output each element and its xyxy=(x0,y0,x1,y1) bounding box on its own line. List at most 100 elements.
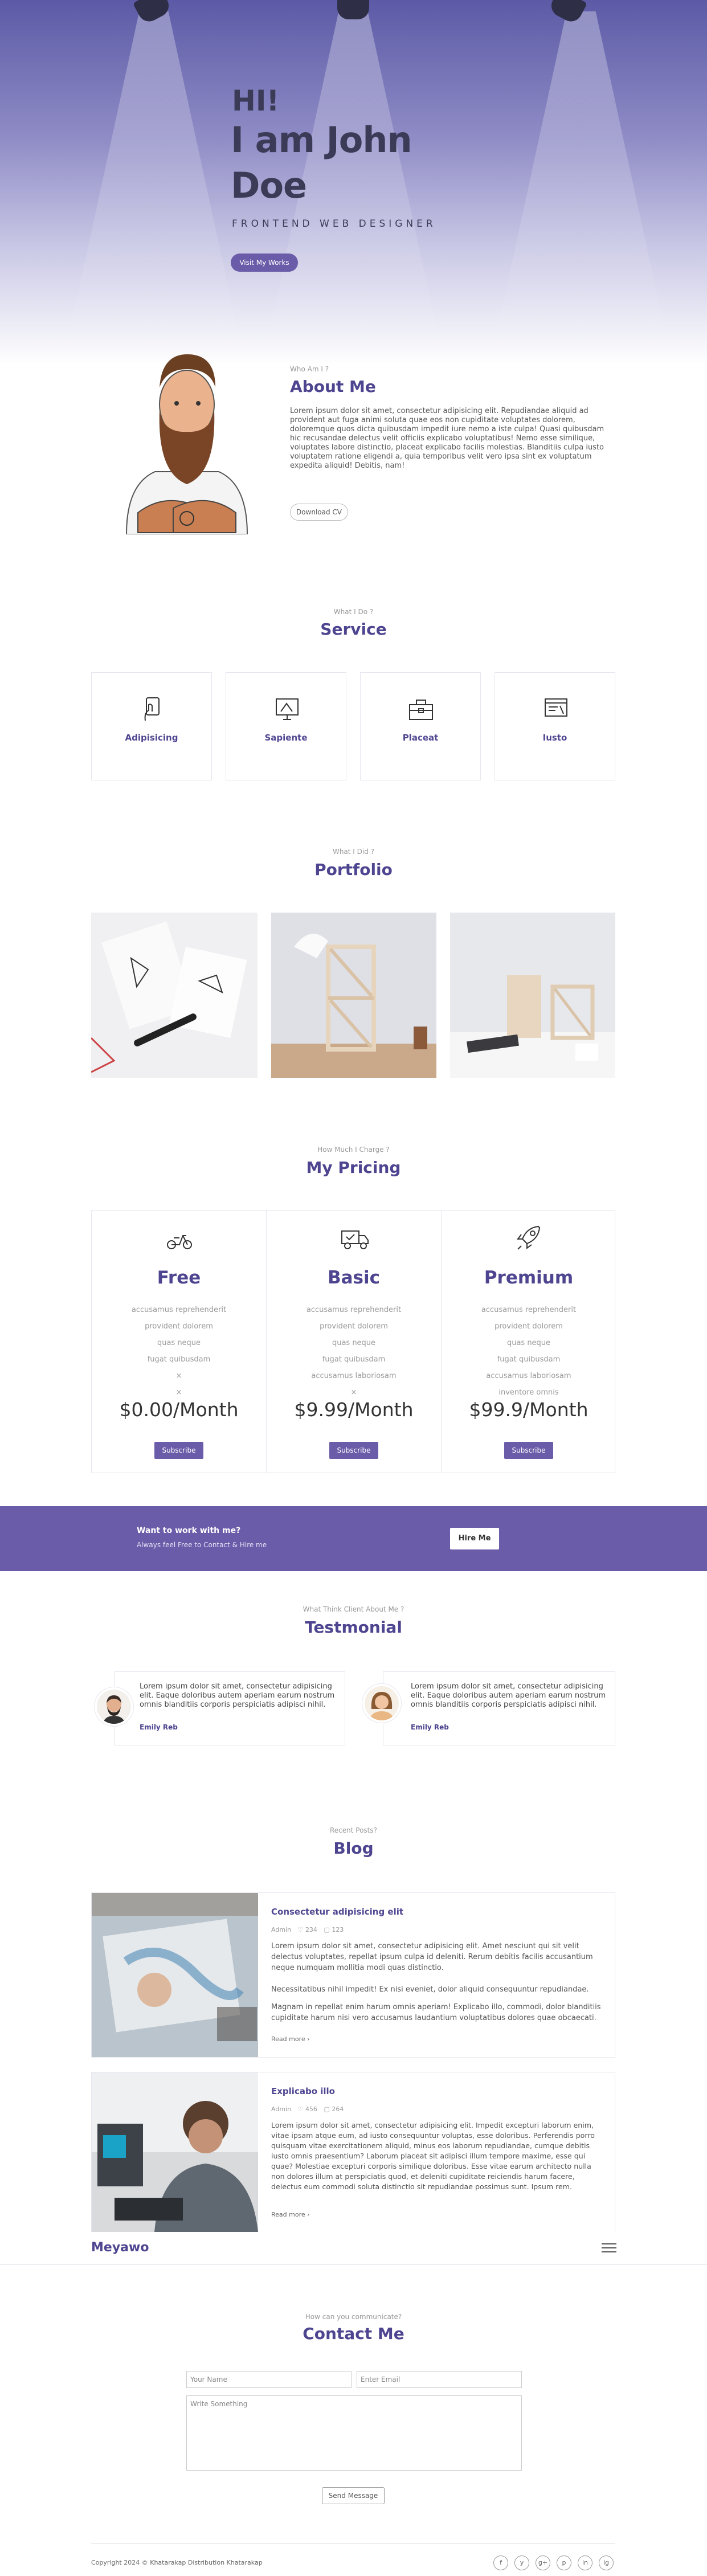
blog-post-text: Lorem ipsum dolor sit amet, consectetur … xyxy=(271,1942,593,1972)
pricing-subtitle: How Much I Charge ? xyxy=(317,1146,390,1154)
blog-post: Explicabo illo Admin ♡ 456 ▢ 264 Lorem i… xyxy=(91,2072,615,2232)
plan-name: Basic xyxy=(327,1267,380,1288)
contact-title: Contact Me xyxy=(303,2324,404,2343)
blog-post-text: Necessitatibus nihil impedit! Ex nisi ev… xyxy=(271,1985,589,1994)
post-likes: 456 xyxy=(305,2105,317,2113)
service-card[interactable]: Placeat xyxy=(360,672,481,780)
avatar xyxy=(95,1687,133,1726)
portfolio-image[interactable] xyxy=(271,913,436,1078)
blog-post-title[interactable]: Explicabo illo xyxy=(271,2086,335,2096)
pricing-table: Free accusamus reprehenderit provident d… xyxy=(91,1210,615,1473)
plan-feature: quas neque xyxy=(332,1339,376,1347)
pricing-plan-free: Free accusamus reprehenderit provident d… xyxy=(92,1211,267,1473)
linkedin-icon[interactable]: in xyxy=(578,2555,592,2570)
pricing-title: My Pricing xyxy=(306,1158,401,1177)
twitter-icon[interactable]: y xyxy=(514,2555,529,2570)
post-author: Admin xyxy=(271,2105,292,2113)
footer-copyright: Copyright 2024 © Khatarakap Distribution… xyxy=(91,2559,263,2566)
blog-subtitle: Recent Posts? xyxy=(329,1826,377,1834)
download-cv-button[interactable]: Download CV xyxy=(290,504,348,521)
pricing-plan-premium: Premium accusamus reprehenderit providen… xyxy=(442,1211,616,1473)
touch-screen-icon xyxy=(144,697,160,721)
plan-feature: accusamus reprehenderit xyxy=(131,1306,227,1314)
testimonial-name: Emily Reb xyxy=(140,1723,178,1731)
blog-post-meta: Admin ♡ 234 ▢ 123 xyxy=(271,1926,344,1933)
hire-banner xyxy=(0,1506,707,1571)
service-card[interactable]: Iusto xyxy=(495,672,615,780)
instagram-icon[interactable]: ig xyxy=(599,2555,614,2570)
plan-feature: fugat quibusdam xyxy=(497,1355,561,1364)
service-subtitle: What I Do ? xyxy=(333,608,374,616)
post-comments: 264 xyxy=(332,2105,344,2113)
plan-price: $99.9/Month xyxy=(469,1399,589,1421)
plan-features: accusamus reprehenderit provident dolore… xyxy=(267,1302,441,1401)
plan-price: $9.99/Month xyxy=(294,1399,414,1421)
chevron-right-icon: › xyxy=(307,2035,310,2043)
heart-icon: ♡ xyxy=(297,2105,304,2113)
plan-features: accusamus reprehenderit provident dolore… xyxy=(92,1302,266,1401)
brand-logo[interactable]: Meyawo xyxy=(91,2240,149,2255)
hero-greeting: HI! xyxy=(232,84,280,117)
plan-feature: fugat quibusdam xyxy=(147,1355,211,1364)
toolbox-icon xyxy=(409,700,433,720)
hire-me-button[interactable]: Hire Me xyxy=(450,1528,499,1549)
blog-image[interactable] xyxy=(92,1893,258,2057)
post-author: Admin xyxy=(271,1926,292,1933)
portfolio-image[interactable] xyxy=(450,913,615,1078)
blog-image[interactable] xyxy=(92,2072,258,2232)
send-message-button[interactable]: Send Message xyxy=(322,2487,385,2504)
about-text: Lorem ipsum dolor sit amet, consectetur … xyxy=(290,407,604,470)
testimonial-text: Lorem ipsum dolor sit amet, consectetur … xyxy=(411,1682,606,1709)
email-input[interactable]: Enter Email xyxy=(357,2371,522,2388)
lamp-icon xyxy=(337,0,369,19)
service-card-label: Placeat xyxy=(402,733,439,743)
facebook-icon[interactable]: f xyxy=(493,2555,508,2570)
about-subtitle: Who Am I ? xyxy=(290,365,329,373)
plan-feature: accusamus reprehenderit xyxy=(481,1306,577,1314)
read-more-link[interactable]: Read more › xyxy=(271,2211,310,2218)
pricing-plan-basic: Basic accusamus reprehenderit provident … xyxy=(267,1211,442,1473)
hero-name: I am John Doe xyxy=(231,119,412,206)
plan-feature: fugat quibusdam xyxy=(322,1355,386,1364)
blog-post-title[interactable]: Consectetur adipisicing elit xyxy=(271,1907,403,1917)
portfolio-image[interactable] xyxy=(91,913,258,1078)
delivery-truck-icon xyxy=(341,1230,369,1249)
hire-title: Want to work with me? xyxy=(137,1526,241,1535)
testimonial-text: Lorem ipsum dolor sit amet, consectetur … xyxy=(140,1682,335,1709)
post-comments: 123 xyxy=(332,1926,344,1933)
chevron-right-icon: › xyxy=(307,2211,310,2218)
plan-feature: accusamus laboriosam xyxy=(486,1372,571,1380)
avatar xyxy=(362,1684,401,1723)
pinterest-icon[interactable]: p xyxy=(557,2555,571,2570)
heart-icon: ♡ xyxy=(297,1926,304,1933)
blog-post-text: Magnam in repellat enim harum omnis aper… xyxy=(271,2003,601,2022)
service-card[interactable]: Adipisicing xyxy=(91,672,212,780)
portfolio-subtitle: What I Did ? xyxy=(332,848,375,856)
name-input[interactable]: Your Name xyxy=(186,2371,352,2388)
read-more-link[interactable]: Read more › xyxy=(271,2035,310,2043)
design-tools-icon xyxy=(276,698,299,720)
service-card[interactable]: Sapiente xyxy=(226,672,346,780)
message-textarea[interactable]: Write Something xyxy=(186,2395,522,2471)
footer-divider xyxy=(91,2543,615,2544)
subscribe-button[interactable]: Subscribe xyxy=(329,1442,378,1459)
about-avatar xyxy=(115,342,259,534)
subscribe-button[interactable]: Subscribe xyxy=(504,1442,553,1459)
rocket-icon xyxy=(517,1225,541,1250)
scooter-icon xyxy=(167,1235,192,1249)
blog-post: Consectetur adipisicing elit Admin ♡ 234… xyxy=(91,1892,615,2058)
google-plus-icon[interactable]: g+ xyxy=(536,2555,550,2570)
service-card-label: Iusto xyxy=(542,733,567,743)
testimonial-card: Lorem ipsum dolor sit amet, consectetur … xyxy=(383,1671,615,1745)
visit-works-button[interactable]: Visit My Works xyxy=(231,253,298,272)
blog-title: Blog xyxy=(333,1839,374,1858)
contact-subtitle: How can you communicate? xyxy=(305,2313,402,2321)
testimonial-name: Emily Reb xyxy=(411,1723,449,1731)
service-title: Service xyxy=(320,620,387,639)
subscribe-button[interactable]: Subscribe xyxy=(154,1442,203,1459)
plan-features: accusamus reprehenderit provident dolore… xyxy=(442,1302,616,1401)
hamburger-menu-icon[interactable] xyxy=(602,2242,616,2254)
comment-icon: ▢ xyxy=(324,2105,330,2113)
service-card-label: Adipisicing xyxy=(125,733,178,743)
comment-icon: ▢ xyxy=(324,1926,330,1933)
